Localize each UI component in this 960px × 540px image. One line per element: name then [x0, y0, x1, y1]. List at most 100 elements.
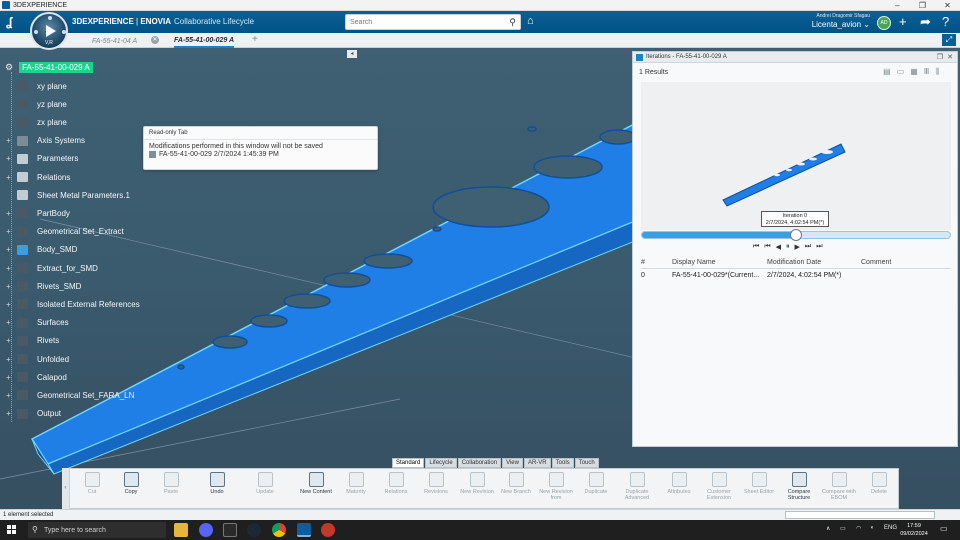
playback-control-icon[interactable]: ⏮ — [764, 243, 770, 251]
playback-control-icon[interactable]: ⏸ — [786, 243, 790, 251]
tile-view-icon[interactable]: ▦ — [910, 67, 918, 77]
tree-item[interactable]: + Relations — [6, 170, 70, 184]
search-icon[interactable]: ⚲ — [509, 17, 516, 28]
wifi-icon[interactable]: ◠ — [856, 525, 861, 532]
tree-item[interactable]: + Axis Systems — [6, 134, 85, 148]
action-tab[interactable]: Tools — [551, 458, 574, 468]
add-icon[interactable]: + — [899, 14, 907, 29]
tree-expander-icon[interactable]: + — [6, 245, 14, 254]
tree-expander-icon[interactable]: + — [6, 300, 14, 309]
tree-item[interactable]: + Parameters — [6, 152, 78, 166]
3dexperience-taskbar-icon[interactable] — [297, 523, 311, 537]
compare-structure-button[interactable]: Compare Structure — [779, 472, 819, 501]
ds-logo-icon[interactable]: ʆ — [6, 15, 12, 29]
tree-item[interactable]: + Geometrical Set_FARA_LN — [6, 388, 134, 402]
tree-item[interactable]: zx plane — [6, 115, 67, 129]
collab-space-selector[interactable]: Licenta_avion ⌄ — [760, 20, 870, 29]
tree-item[interactable]: + Calapod — [6, 370, 67, 384]
close-tab-icon[interactable]: ✕ — [151, 36, 159, 44]
playback-control-icon[interactable]: ▶ — [795, 243, 800, 251]
search-box[interactable]: ⚲ — [345, 14, 521, 30]
network-icon[interactable]: ▭ — [840, 525, 846, 532]
tree-expander-icon[interactable]: + — [6, 154, 14, 163]
tree-expander-icon[interactable]: + — [6, 373, 14, 382]
action-tab[interactable]: Touch — [574, 458, 599, 468]
tree-root[interactable]: ⚙ FA-55-41-00-029 A — [5, 62, 93, 73]
playback-control-icon[interactable]: ⏭ — [805, 243, 811, 251]
tree-expander-icon[interactable]: + — [6, 264, 14, 273]
tree-expander-icon[interactable]: + — [6, 409, 14, 418]
language-indicator[interactable]: ENG — [884, 525, 897, 531]
discord-icon[interactable] — [199, 523, 213, 537]
tree-item[interactable]: + Unfolded — [6, 352, 69, 366]
column-header[interactable]: Modification Date — [767, 259, 821, 266]
folder-icon[interactable]: ▭ — [897, 67, 905, 77]
tree-item[interactable]: xy plane — [6, 79, 67, 93]
tree-expander-icon[interactable]: + — [6, 227, 14, 236]
tree-expander-icon[interactable]: + — [6, 336, 14, 345]
tree-expander-icon[interactable]: + — [6, 282, 14, 291]
playback-control-icon[interactable]: ⏮ — [753, 243, 759, 251]
split-view-icon[interactable]: ⫼ — [935, 67, 939, 77]
iteration-timeline[interactable] — [641, 229, 951, 241]
tree-item[interactable]: + Body_SMD — [6, 243, 77, 257]
new-content-button[interactable]: New Content — [296, 472, 336, 495]
close-button[interactable]: ✕ — [935, 0, 960, 11]
collapse-panel-icon[interactable]: ◂ — [347, 50, 357, 58]
tree-expander-icon[interactable]: + — [6, 355, 14, 364]
action-tab[interactable]: Lifecycle — [425, 458, 457, 468]
column-header[interactable]: Comment — [861, 259, 891, 266]
tree-root-label[interactable]: FA-55-41-00-029 A — [19, 62, 93, 73]
play-icon[interactable] — [46, 25, 56, 37]
column-view-icon[interactable]: Ⅲ — [924, 67, 930, 77]
action-tab[interactable]: Collaboration — [457, 458, 502, 468]
tree-item[interactable]: + Extract_for_SMD — [6, 261, 98, 275]
tree-item[interactable]: + Rivets — [6, 334, 59, 348]
maximize-button[interactable]: ❐ — [910, 0, 935, 11]
action-tab[interactable]: AR-VR — [523, 458, 551, 468]
volume-icon[interactable]: ◖ — [870, 525, 874, 531]
tree-item[interactable]: Sheet Metal Parameters.1 — [6, 188, 130, 202]
fullscreen-icon[interactable]: ⤢ — [942, 34, 956, 46]
playback-control-icon[interactable]: ◀ — [776, 243, 781, 251]
compass-widget[interactable]: V,R — [30, 12, 68, 50]
tree-item[interactable]: + Output — [6, 407, 61, 421]
column-header[interactable]: Display Name — [672, 259, 716, 266]
share-icon[interactable]: ➦ — [920, 14, 931, 30]
file-explorer-icon[interactable] — [174, 523, 188, 537]
action-bar-scroll[interactable]: ‹ — [62, 468, 70, 509]
tree-item[interactable]: + Isolated External References — [6, 297, 140, 311]
tree-expander-icon[interactable]: + — [6, 136, 14, 145]
tree-expander-icon[interactable]: + — [6, 173, 14, 182]
add-tab-icon[interactable]: + — [252, 34, 258, 45]
windows-start-icon[interactable] — [7, 525, 17, 535]
search-input[interactable] — [346, 15, 496, 29]
notification-icon[interactable]: ▭ — [940, 524, 948, 533]
table-row[interactable]: 0 FA-55-41-00-029*(Current... 2/7/2024, 4:… — [641, 271, 951, 282]
tree-item[interactable]: + Geometrical Set_Extract — [6, 225, 124, 239]
timeline-handle[interactable] — [790, 229, 802, 241]
tab-fa-55-41-00-029[interactable]: FA-55-41-00-029 A — [174, 35, 235, 48]
copy-button[interactable]: Copy — [111, 472, 151, 495]
compass-west-dot[interactable] — [34, 30, 38, 34]
avatar[interactable]: AD — [877, 16, 891, 30]
tree-expander-icon[interactable]: + — [6, 209, 14, 218]
tab-fa-55-41-04[interactable]: FA-55-41-04 A — [92, 35, 137, 48]
steam-icon[interactable] — [247, 523, 261, 537]
action-tab[interactable]: View — [502, 458, 523, 468]
taskbar-search[interactable]: ⚲ Type here to search — [28, 522, 166, 538]
tree-expander-icon[interactable]: + — [6, 391, 14, 400]
iteration-preview[interactable] — [641, 82, 951, 230]
minimize-button[interactable]: – — [885, 0, 910, 11]
tray-chevron-icon[interactable]: ∧ — [826, 525, 830, 532]
power-input-field[interactable] — [785, 511, 935, 519]
tree-item[interactable]: + Surfaces — [6, 316, 69, 330]
tree-item[interactable]: + PartBody — [6, 206, 70, 220]
tree-expander-icon[interactable]: + — [6, 318, 14, 327]
tree-item[interactable]: + Rivets_SMD — [6, 279, 81, 293]
undo-button[interactable]: Undo — [197, 472, 237, 495]
clock[interactable]: 17:59 09/02/2024 — [900, 522, 928, 538]
tree-item[interactable]: yz plane — [6, 97, 67, 111]
compass-north-dot[interactable] — [48, 16, 52, 20]
panel-close-icon[interactable]: ✕ — [947, 53, 953, 61]
